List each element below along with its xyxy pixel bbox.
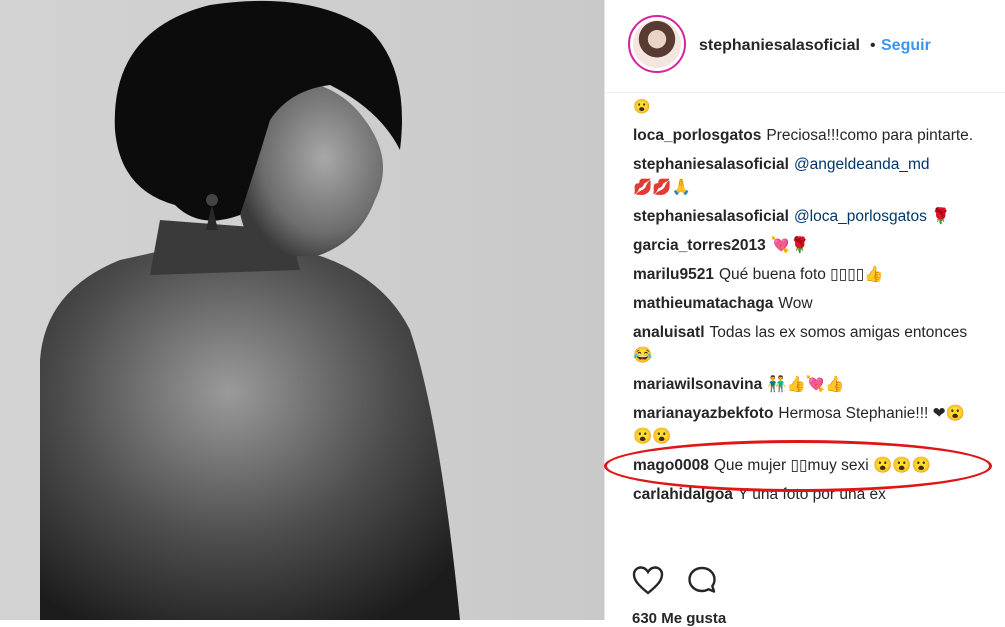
comment-item-highlighted: marianayazbekfoto Hermosa Stephanie!!! ❤😮…	[633, 402, 983, 448]
comment-mention[interactable]: @angeldeanda_md	[794, 156, 930, 173]
post-photo	[0, 0, 604, 620]
header-separator: •	[870, 37, 876, 54]
comment-text: Wow	[778, 295, 813, 312]
comment-item: garcia_torres2013 💘🌹	[633, 234, 983, 257]
comment-bubble-icon[interactable]	[686, 565, 718, 600]
comment-text: Y una foto por una ex	[737, 486, 886, 503]
likes-count[interactable]: 630 Me gusta	[632, 610, 726, 627]
comment-text: Preciosa!!!como para pintarte.	[766, 127, 974, 144]
comment-item: mariawilsonavina 👬👍💘👍	[633, 373, 983, 396]
comment-user[interactable]: marilu9521	[633, 266, 714, 283]
comment-item: carlahidalgoa Y una foto por una ex	[633, 483, 983, 506]
header-username[interactable]: stephaniesalasoficial	[699, 37, 860, 55]
comment-item: stephaniesalasoficial @angeldeanda_md 💋💋🙏	[633, 153, 983, 199]
comment-user[interactable]: mathieumatachaga	[633, 295, 773, 312]
comment-user[interactable]: garcia_torres2013	[633, 237, 766, 254]
comment-item: loca_porlosgatos Preciosa!!!como para pin…	[633, 124, 983, 147]
follow-button[interactable]: Seguir	[881, 37, 931, 55]
comment-user[interactable]: carlahidalgoa	[633, 486, 733, 503]
post-header: stephaniesalasoficial • Seguir	[605, 0, 1005, 93]
comment-item: analuisatl Todas las ex somos amigas ento…	[633, 321, 983, 367]
comment-item: mago0008 Que mujer ▯▯muy sexi 😮😮😮	[633, 454, 983, 477]
comment-text: 💘🌹	[770, 237, 810, 254]
comment-text: 💋💋🙏	[633, 179, 691, 196]
heart-icon[interactable]	[632, 565, 664, 600]
avatar[interactable]	[628, 15, 686, 73]
comment-text: Que mujer ▯▯muy sexi 😮😮😮	[713, 457, 931, 474]
comments-list: 😮 loca_porlosgatos Preciosa!!!como para p…	[633, 95, 983, 512]
comment-user[interactable]: loca_porlosgatos	[633, 127, 761, 144]
caption-emoji: 😮	[633, 98, 651, 114]
comment-text: Qué buena foto ▯▯▯▯👍	[719, 266, 884, 283]
comment-item: mathieumatachaga Wow	[633, 292, 983, 315]
comment-item: stephaniesalasoficial @loca_porlosgatos 🌹	[633, 205, 983, 228]
comment-user[interactable]: mariawilsonavina	[633, 376, 762, 393]
comment-text: 🌹	[931, 208, 951, 225]
post-panel: stephaniesalasoficial • Seguir 😮 loca_po…	[605, 0, 1005, 627]
comment-mention[interactable]: @loca_porlosgatos	[794, 208, 927, 225]
comment-text: 👬👍💘👍	[767, 376, 845, 393]
comment-user[interactable]: stephaniesalasoficial	[633, 156, 789, 173]
comment-user[interactable]: stephaniesalasoficial	[633, 208, 789, 225]
comment-item: marilu9521 Qué buena foto ▯▯▯▯👍	[633, 263, 983, 286]
comment-user[interactable]: analuisatl	[633, 324, 705, 341]
avatar-image	[633, 20, 681, 68]
comment-user[interactable]: marianayazbekfoto	[633, 405, 773, 422]
portrait-image	[40, 0, 460, 620]
comment-user[interactable]: mago0008	[633, 457, 709, 474]
